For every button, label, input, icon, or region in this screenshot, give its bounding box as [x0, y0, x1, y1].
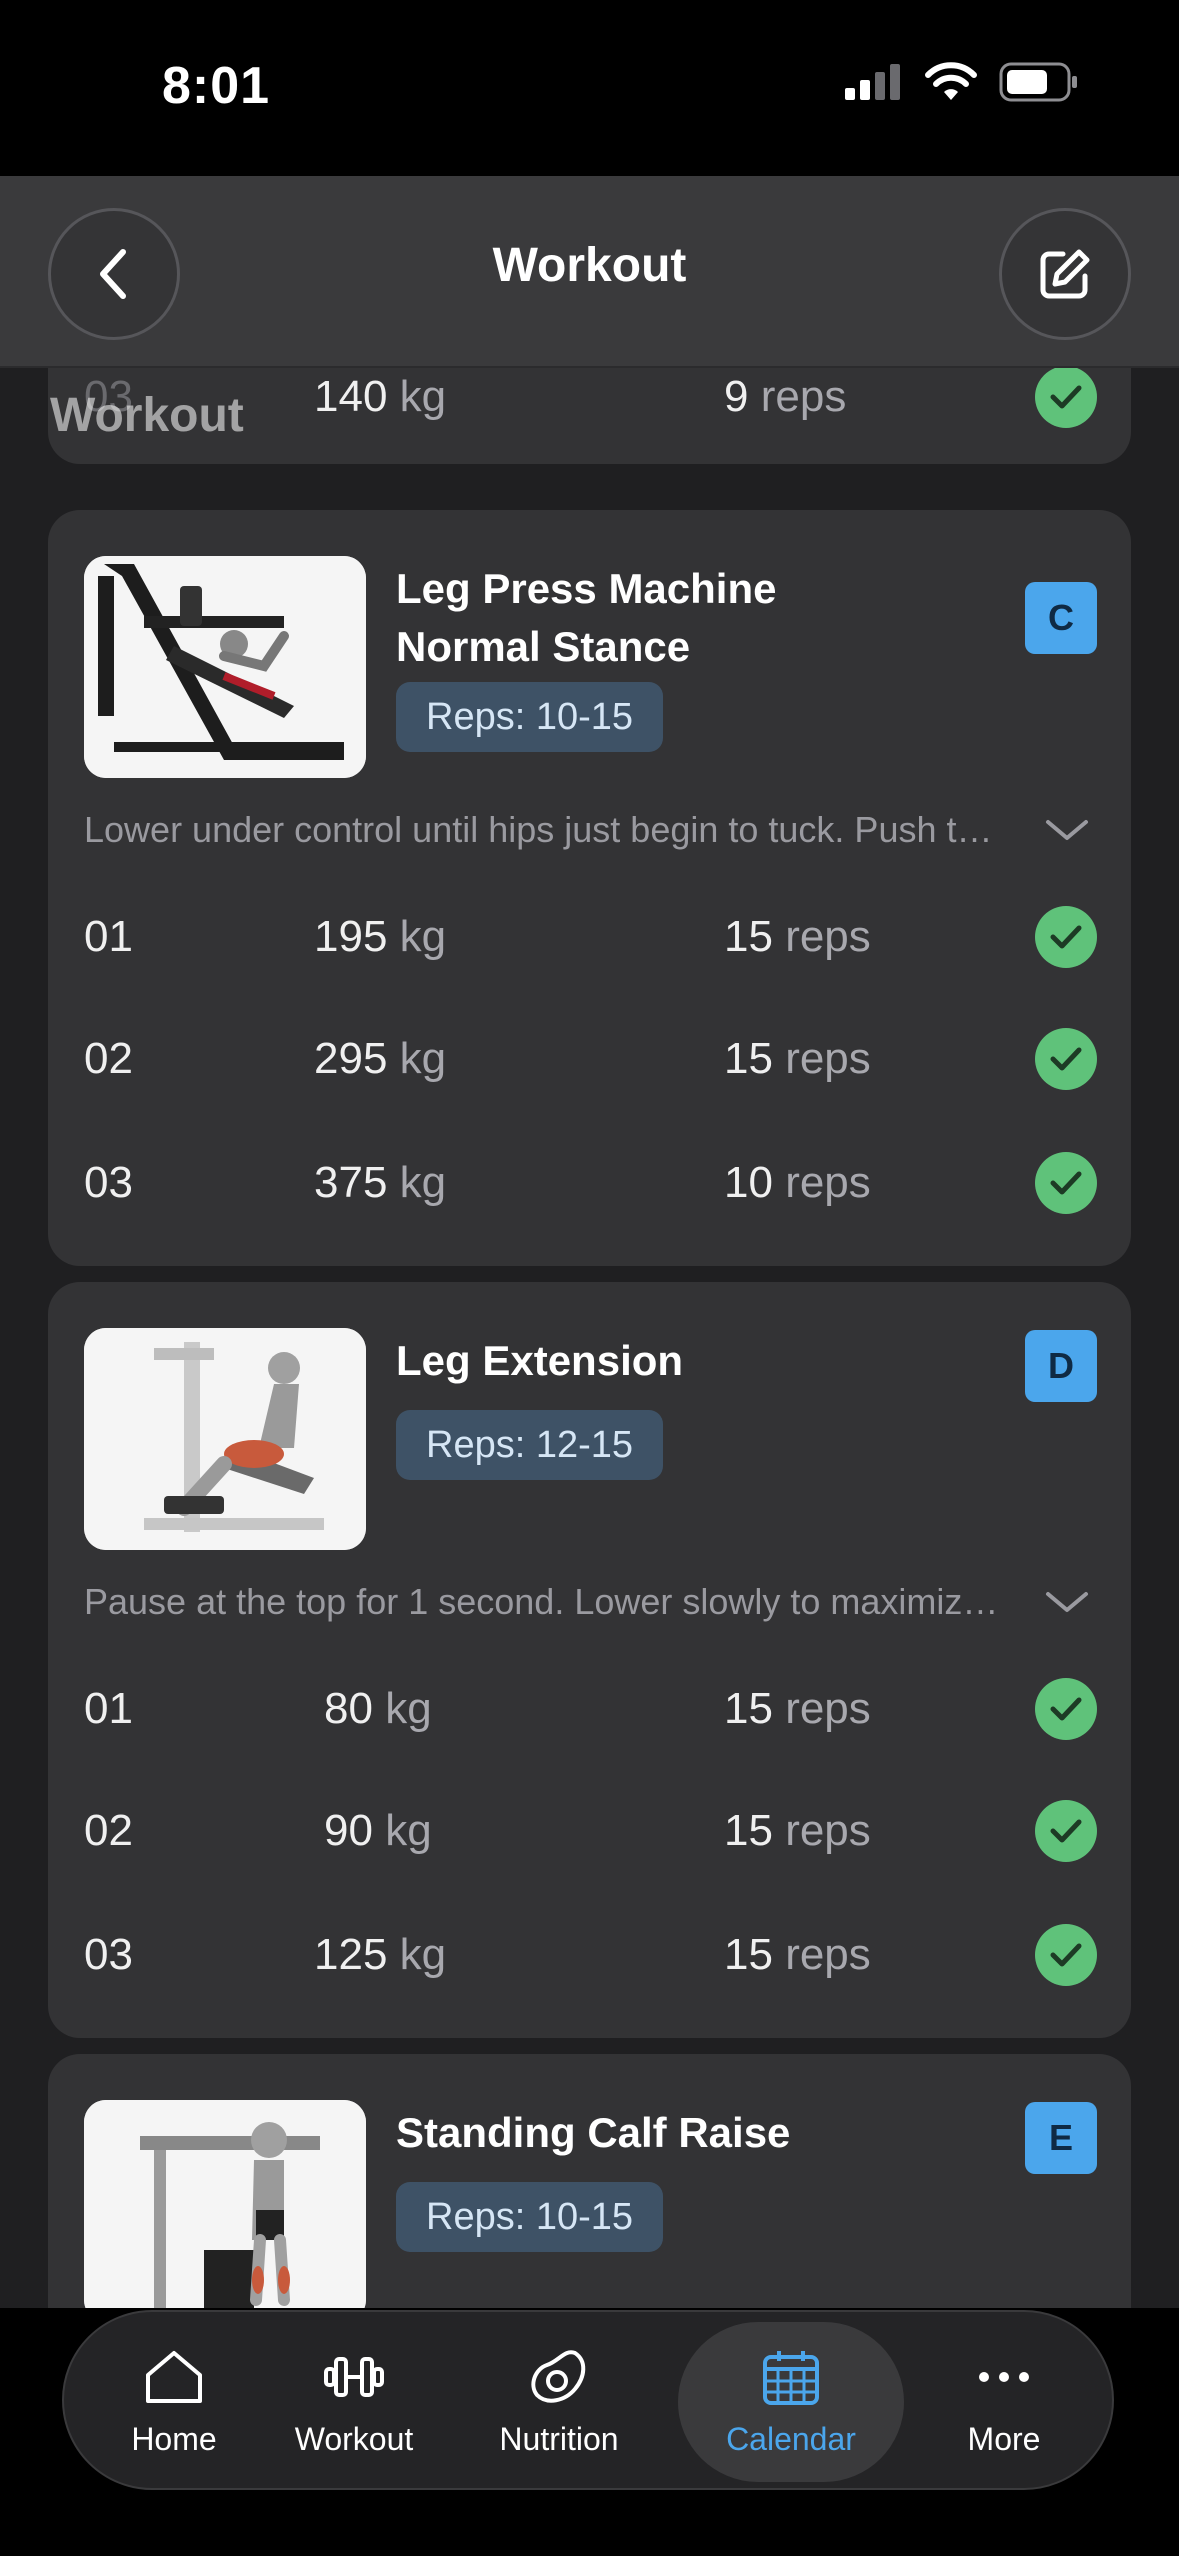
- tab-calendar[interactable]: Calendar: [678, 2322, 904, 2482]
- battery-icon: [999, 62, 1077, 102]
- tab-label: Calendar: [726, 2420, 856, 2457]
- set-reps[interactable]: 10 reps: [724, 1158, 1035, 1208]
- set-number: 02: [84, 1034, 133, 1083]
- reps-target-pill: Reps: 10-15: [396, 2182, 664, 2252]
- checkmark-icon: [1050, 1943, 1082, 1967]
- set-row[interactable]: 01 195 kg 15 reps: [84, 892, 1097, 982]
- exercise-thumbnail[interactable]: [84, 556, 366, 778]
- set-complete-checkbox[interactable]: [1035, 1800, 1097, 1862]
- status-bar: 8:01: [0, 0, 1179, 176]
- set-reps[interactable]: 15 reps: [724, 1684, 1035, 1734]
- set-weight[interactable]: 125 kg: [284, 1930, 724, 1980]
- set-row[interactable]: 03 375 kg 10 reps: [84, 1138, 1097, 1228]
- reps-target-pill: Reps: 12-15: [396, 1410, 664, 1480]
- note-text: Lower under control until hips just begi…: [84, 809, 1037, 850]
- reps-target-pill: Reps: 10-15: [396, 682, 664, 752]
- set-row[interactable]: 02 295 kg 15 reps: [84, 1014, 1097, 1104]
- superset-badge[interactable]: E: [1025, 2102, 1097, 2174]
- set-number: 01: [84, 1684, 133, 1733]
- set-complete-checkbox[interactable]: [1035, 906, 1097, 968]
- tab-label: Nutrition: [499, 2420, 619, 2457]
- set-row[interactable]: 02 90 kg 15 reps: [84, 1786, 1097, 1876]
- set-complete-checkbox[interactable]: [1035, 1028, 1097, 1090]
- exercise-note[interactable]: Lower under control until hips just begi…: [84, 800, 1097, 860]
- dumbbell-icon: [324, 2356, 384, 2397]
- checkmark-icon: [1050, 1047, 1082, 1071]
- calendar-icon: [763, 2350, 819, 2405]
- tab-label: More: [967, 2420, 1041, 2457]
- standing-calf-raise-illustration: [84, 2100, 366, 2308]
- set-weight[interactable]: 375 kg: [284, 1158, 724, 1208]
- exercise-title[interactable]: Leg Extension: [396, 1332, 956, 1390]
- collapsed-large-title: Workout: [50, 389, 244, 442]
- set-reps[interactable]: 15 reps: [724, 912, 1035, 962]
- more-icon: [979, 2371, 1029, 2382]
- set-weight[interactable]: 295 kg: [284, 1034, 724, 1084]
- set-complete-checkbox[interactable]: [1035, 1152, 1097, 1214]
- set-complete-checkbox[interactable]: [1035, 1924, 1097, 1986]
- superset-badge[interactable]: D: [1025, 1330, 1097, 1402]
- set-reps[interactable]: 15 reps: [724, 1034, 1035, 1084]
- note-text: Pause at the top for 1 second. Lower slo…: [84, 1581, 1037, 1622]
- chevron-down-icon: [1046, 820, 1088, 840]
- tab-nutrition[interactable]: Nutrition: [464, 2312, 654, 2492]
- edit-button[interactable]: [999, 208, 1131, 340]
- exercise-title[interactable]: Leg Press Machine Normal Stance: [396, 560, 956, 676]
- set-weight[interactable]: 90 kg: [284, 1806, 724, 1856]
- exercise-thumbnail[interactable]: [84, 2100, 366, 2308]
- nav-header: Workout: [0, 176, 1179, 368]
- workout-scroll-area[interactable]: Workout 03 140 kg 9 reps Leg Press Machi…: [0, 368, 1179, 2308]
- edit-icon: [1040, 249, 1090, 299]
- set-reps[interactable]: 15 reps: [724, 1806, 1035, 1856]
- checkmark-icon: [1050, 1171, 1082, 1195]
- exercise-card[interactable]: Leg Press Machine Normal Stance Reps: 10…: [48, 510, 1131, 1266]
- set-reps[interactable]: 9 reps: [724, 372, 1035, 422]
- tab-home[interactable]: Home: [84, 2312, 264, 2492]
- set-number: 03: [84, 1930, 133, 1979]
- chevron-down-icon: [1046, 1592, 1088, 1612]
- home-icon: [146, 2350, 202, 2403]
- set-row[interactable]: 03 125 kg 15 reps: [84, 1910, 1097, 2000]
- tab-label: Workout: [294, 2420, 414, 2457]
- set-number: 03: [84, 1158, 133, 1207]
- expand-note-button[interactable]: [1037, 1588, 1097, 1616]
- tab-bar: Home Workout Nutrition Calendar More: [62, 2310, 1114, 2490]
- set-reps[interactable]: 15 reps: [724, 1930, 1035, 1980]
- checkmark-icon: [1050, 385, 1082, 409]
- checkmark-icon: [1050, 1697, 1082, 1721]
- checkmark-icon: [1050, 1819, 1082, 1843]
- wifi-icon: [925, 62, 977, 100]
- checkmark-icon: [1050, 925, 1082, 949]
- leg-extension-illustration: [84, 1328, 366, 1550]
- status-icons: [845, 62, 1079, 102]
- exercise-card[interactable]: Leg Extension Reps: 12-15 D Pause at the…: [48, 1282, 1131, 2038]
- exercise-title[interactable]: Standing Calf Raise: [396, 2104, 956, 2162]
- leg-press-machine-illustration: [84, 556, 366, 778]
- set-complete-checkbox[interactable]: [1035, 368, 1097, 428]
- set-weight[interactable]: 140 kg: [284, 372, 724, 422]
- cellular-signal-icon: [845, 64, 900, 100]
- tab-workout[interactable]: Workout: [264, 2312, 444, 2492]
- status-time: 8:01: [162, 57, 271, 115]
- set-weight[interactable]: 195 kg: [284, 912, 724, 962]
- exercise-note[interactable]: Pause at the top for 1 second. Lower slo…: [84, 1572, 1097, 1632]
- tab-more[interactable]: More: [914, 2312, 1094, 2492]
- set-complete-checkbox[interactable]: [1035, 1678, 1097, 1740]
- set-number: 01: [84, 912, 133, 961]
- set-number: 02: [84, 1806, 133, 1855]
- set-weight[interactable]: 80 kg: [284, 1684, 724, 1734]
- exercise-card[interactable]: Standing Calf Raise Reps: 10-15 E: [48, 2054, 1131, 2308]
- tab-label: Home: [131, 2420, 217, 2457]
- set-row[interactable]: 01 80 kg 15 reps: [84, 1664, 1097, 1754]
- expand-note-button[interactable]: [1037, 816, 1097, 844]
- exercise-thumbnail[interactable]: [84, 1328, 366, 1550]
- superset-badge[interactable]: C: [1025, 582, 1097, 654]
- avocado-icon: [531, 2349, 586, 2403]
